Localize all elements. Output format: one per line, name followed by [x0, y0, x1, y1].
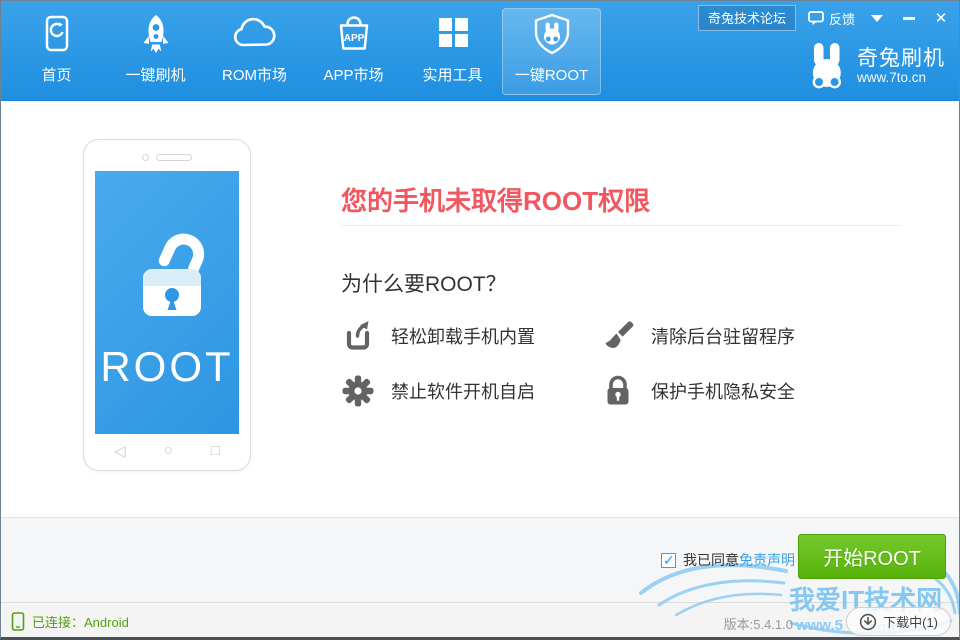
rocket-icon	[134, 10, 178, 58]
nav-label: APP市场	[323, 64, 383, 85]
nav-label: 首页	[41, 64, 71, 85]
agree-row: 我已同意 免责声明	[661, 550, 795, 570]
brand-name: 奇兔刷机	[857, 47, 945, 70]
agree-label: 我已同意	[683, 550, 739, 570]
start-root-button[interactable]: 开始ROOT	[798, 534, 946, 579]
connected-phone-icon	[11, 612, 25, 631]
screen-root-label: ROOT	[100, 343, 233, 391]
nav-item-home[interactable]: 首页	[7, 8, 106, 95]
titlebar: 首页 一键刷机	[1, 1, 959, 101]
nav-item-flash[interactable]: 一键刷机	[106, 8, 205, 95]
gear-icon	[341, 374, 375, 408]
android-home-icon: ○	[164, 442, 173, 460]
cloud-icon	[229, 10, 281, 58]
nav-item-rom-market[interactable]: ROM市场	[205, 8, 304, 95]
close-button[interactable]: ✕	[931, 9, 951, 27]
main-nav: 首页 一键刷机	[7, 8, 601, 95]
lock-icon	[601, 374, 635, 408]
forum-button[interactable]: 奇兔技术论坛	[698, 5, 796, 31]
phone-camera-dot	[142, 154, 149, 161]
agree-checkbox[interactable]	[661, 553, 676, 568]
divider	[341, 225, 901, 226]
minimize-icon	[903, 17, 915, 20]
speech-bubble-icon	[808, 11, 824, 26]
app-window: 首页 一键刷机	[0, 0, 960, 640]
nav-item-app-market[interactable]: APP APP市场	[304, 8, 403, 95]
nav-label: ROM市场	[222, 64, 287, 85]
nav-item-tools[interactable]: 实用工具	[403, 8, 502, 95]
feature-uninstall: 轻松卸载手机内置	[341, 319, 601, 353]
feature-label: 禁止软件开机自启	[391, 378, 535, 404]
brush-icon	[601, 319, 635, 353]
grid-icon	[431, 10, 475, 58]
feature-label: 清除后台驻留程序	[651, 323, 795, 349]
android-back-icon: ◁	[114, 442, 126, 460]
status-bar: 已连接：Android 版本:5.4.1.0 下载中(1)	[1, 602, 959, 640]
phone-screen: ROOT	[95, 171, 239, 434]
menu-dropdown-button[interactable]	[867, 9, 887, 27]
uninstall-icon	[341, 319, 375, 353]
feature-clean: 清除后台驻留程序	[601, 319, 906, 353]
download-icon	[859, 613, 877, 631]
titlebar-controls: 奇兔技术论坛 反馈 ✕	[698, 5, 951, 31]
rabbit-logo-icon	[806, 42, 848, 90]
svg-text:APP: APP	[343, 33, 364, 44]
connection-status: 已连接：Android	[11, 612, 129, 631]
android-recents-icon: □	[211, 442, 220, 460]
feature-privacy: 保护手机隐私安全	[601, 374, 906, 408]
brand-logo: 奇兔刷机 www.7to.cn	[806, 42, 945, 90]
nav-label: 一键刷机	[125, 64, 185, 85]
minimize-button[interactable]	[899, 9, 919, 27]
feature-label: 保护手机隐私安全	[651, 378, 795, 404]
feature-autostart: 禁止软件开机自启	[341, 374, 601, 408]
unlocked-padlock-icon	[107, 217, 227, 335]
app-bag-icon: APP	[332, 10, 376, 58]
nav-label: 实用工具	[422, 64, 482, 85]
brand-site: www.7to.cn	[857, 70, 945, 85]
page-title: 您的手机未取得ROOT权限	[341, 181, 650, 218]
download-label: 下载中(1)	[883, 612, 938, 631]
connection-label: 已连接：Android	[32, 612, 129, 631]
home-icon	[35, 10, 79, 58]
disclaimer-link[interactable]: 免责声明	[739, 550, 795, 570]
version-label: 版本:5.4.1.0	[724, 614, 793, 633]
why-root-heading: 为什么要ROOT？	[341, 268, 507, 298]
nav-item-root[interactable]: 一键ROOT	[502, 8, 601, 95]
nav-label: 一键ROOT	[515, 64, 588, 85]
chevron-down-icon	[871, 15, 883, 22]
feedback-label: 反馈	[829, 9, 855, 28]
feature-label: 轻松卸载手机内置	[391, 323, 535, 349]
shield-rabbit-icon	[530, 10, 574, 58]
download-button[interactable]: 下载中(1)	[846, 607, 951, 636]
feedback-button[interactable]: 反馈	[808, 9, 855, 28]
phone-nav-buttons: ◁ ○ □	[95, 442, 239, 460]
close-icon: ✕	[935, 11, 948, 26]
feature-list: 轻松卸载手机内置 清除后台驻留程序 禁止软件开机自启	[341, 319, 906, 408]
phone-speaker	[156, 154, 192, 161]
phone-illustration: ROOT ◁ ○ □	[83, 139, 251, 471]
